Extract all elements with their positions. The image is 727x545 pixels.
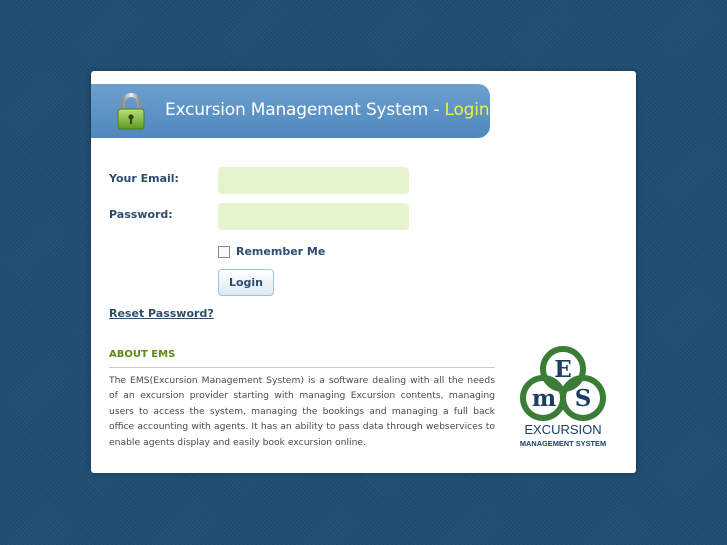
- title-accent: Login: [444, 100, 490, 120]
- ems-logo: E m S EXCURSION MANAGEMENT SYSTEM: [520, 346, 606, 448]
- login-button[interactable]: Login: [218, 269, 274, 296]
- title-main: Excursion Management System -: [165, 100, 445, 120]
- remember-me-checkbox[interactable]: [218, 245, 230, 258]
- logo-letter-s: S: [575, 385, 592, 412]
- remember-me-label[interactable]: Remember Me: [236, 245, 325, 258]
- password-field[interactable]: [218, 203, 409, 230]
- login-panel: Excursion Management System - Login Your…: [91, 71, 636, 473]
- about-text: The EMS(Excursion Management System) is …: [109, 375, 495, 448]
- lock-icon: [117, 93, 145, 130]
- password-label: Password:: [109, 208, 173, 221]
- logo-letter-m: m: [532, 385, 556, 412]
- about-divider: [109, 367, 495, 368]
- reset-password-link[interactable]: Reset Password?: [109, 307, 214, 320]
- about-heading: ABOUT EMS: [109, 349, 176, 360]
- logo-letter-e: E: [554, 356, 572, 383]
- remember-me[interactable]: Remember Me: [218, 245, 325, 258]
- page-title: Excursion Management System - Login: [165, 100, 490, 120]
- logo-name: EXCURSION: [524, 422, 601, 437]
- email-field[interactable]: [218, 167, 409, 194]
- email-label: Your Email:: [109, 172, 179, 185]
- title-bar: Excursion Management System - Login: [91, 84, 490, 138]
- logo-subtitle: MANAGEMENT SYSTEM: [520, 439, 606, 448]
